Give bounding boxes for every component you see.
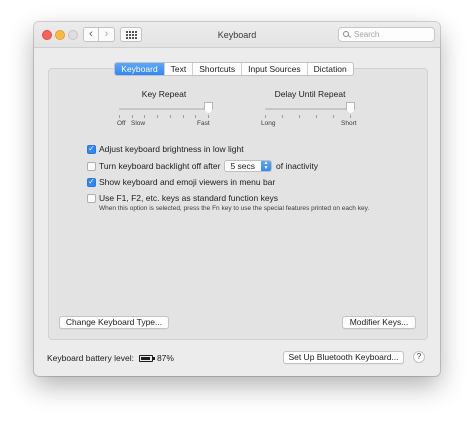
key-repeat-tick (183, 115, 184, 118)
backlight-off-label: Turn keyboard backlight off after (99, 161, 221, 171)
keyboard-settings-panel (48, 68, 428, 340)
battery-icon (138, 354, 155, 362)
backlight-timeout-select[interactable]: 5 secs ▲ ▼ (224, 160, 273, 172)
delay-until-repeat-tick (316, 115, 317, 118)
backlight-off-option[interactable]: Turn keyboard backlight off after 5 secs… (87, 160, 318, 172)
key-repeat-tick (208, 115, 209, 118)
backlight-off-checkbox[interactable] (87, 161, 96, 171)
tab-input-sources[interactable]: Input Sources (241, 63, 306, 75)
function-keys-note: When this option is selected, press the … (99, 205, 370, 212)
key-repeat-title: Key Repeat (141, 89, 187, 99)
tab-shortcuts[interactable]: Shortcuts (192, 63, 241, 75)
delay-until-repeat-tick (282, 115, 283, 118)
function-keys-label: Use F1, F2, etc. keys as standard functi… (99, 193, 279, 203)
emoji-viewers-label: Show keyboard and emoji viewers in menu … (99, 177, 276, 187)
delay-until-repeat-title: Delay Until Repeat (274, 89, 346, 99)
backlight-off-suffix: of inactivity (276, 161, 319, 171)
delay-until-repeat-slider[interactable] (265, 108, 351, 110)
backlight-timeout-value: 5 secs (230, 161, 256, 171)
tab-segmented-control: Keyboard Text Shortcuts Input Sources Di… (114, 62, 354, 76)
battery-status: Keyboard battery level: 87% (47, 353, 174, 363)
change-keyboard-type-button[interactable]: Change Keyboard Type... (59, 316, 169, 329)
tab-text[interactable]: Text (163, 63, 193, 75)
up-down-arrows-icon: ▲ ▼ (261, 161, 272, 171)
key-repeat-tick (144, 115, 145, 118)
emoji-viewers-option[interactable]: ✓ Show keyboard and emoji viewers in men… (87, 177, 275, 187)
help-button[interactable]: ? (413, 351, 425, 363)
keyboard-preferences-window: ‹ › Keyboard Keyboard Text Shortcuts Inp… (34, 22, 440, 376)
key-repeat-tick (132, 115, 133, 118)
battery-level-fill (140, 356, 150, 360)
key-repeat-slider[interactable] (119, 108, 209, 110)
key-repeat-label-fast: Fast (197, 120, 210, 127)
delay-label-long: Long (261, 120, 276, 127)
tab-bar: Keyboard Text Shortcuts Input Sources Di… (34, 62, 440, 76)
key-repeat-tick (170, 115, 171, 118)
search-field[interactable] (338, 27, 435, 42)
modifier-keys-button[interactable]: Modifier Keys... (342, 316, 416, 329)
delay-until-repeat-tick (299, 115, 300, 118)
adjust-brightness-label: Adjust keyboard brightness in low light (99, 144, 244, 154)
key-repeat-tick (119, 115, 120, 118)
search-icon (343, 31, 350, 38)
battery-label: Keyboard battery level: (47, 353, 134, 363)
delay-label-short: Short (341, 120, 357, 127)
tab-keyboard[interactable]: Keyboard (115, 63, 164, 75)
emoji-viewers-checkbox[interactable]: ✓ (87, 177, 96, 187)
delay-until-repeat-tick (350, 115, 351, 118)
key-repeat-tick (157, 115, 158, 118)
function-keys-option[interactable]: Use F1, F2, etc. keys as standard functi… (87, 193, 278, 203)
key-repeat-label-off: Off (117, 120, 126, 127)
function-keys-checkbox[interactable] (87, 193, 96, 203)
key-repeat-label-slow: Slow (131, 120, 146, 127)
delay-until-repeat-tick (265, 115, 266, 118)
set-up-bluetooth-keyboard-button[interactable]: Set Up Bluetooth Keyboard... (283, 351, 404, 364)
delay-until-repeat-tick (333, 115, 334, 118)
battery-percent: 87% (156, 353, 174, 363)
title-bar: ‹ › Keyboard (34, 22, 440, 48)
adjust-brightness-option[interactable]: ✓ Adjust keyboard brightness in low ligh… (87, 144, 244, 154)
adjust-brightness-checkbox[interactable]: ✓ (87, 144, 96, 154)
search-input[interactable] (354, 30, 424, 39)
tab-dictation[interactable]: Dictation (306, 63, 353, 75)
key-repeat-tick (195, 115, 196, 118)
